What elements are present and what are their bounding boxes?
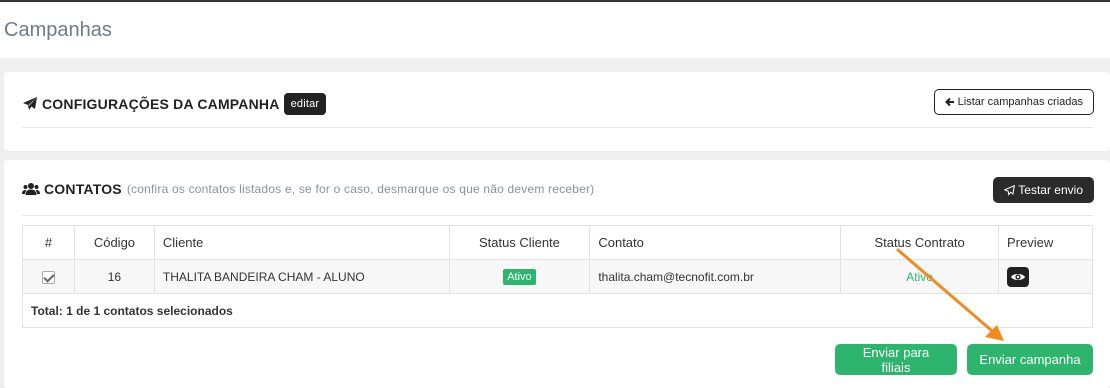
column-header-codigo[interactable]: Código: [73, 225, 155, 260]
table-row: 16 THALITA BANDEIRA CHAM - ALUNO Ativo t…: [22, 259, 1093, 294]
list-campaigns-label: Listar campanhas criadas: [957, 96, 1083, 108]
edit-campaign-button[interactable]: editar: [283, 93, 327, 115]
paper-plane-icon: [1004, 184, 1016, 196]
column-header-status-contrato[interactable]: Status Contrato: [840, 225, 1000, 260]
cell-contato: thalita.cham@tecnofit.com.br: [589, 259, 842, 294]
contacts-card-header: CONTATOS (confira os contatos listados e…: [22, 179, 594, 199]
test-send-label: Testar envio: [1018, 183, 1083, 197]
total-selected-text: Total: 1 de 1 contatos selecionados: [22, 293, 1093, 328]
send-campaign-button[interactable]: Enviar campanha: [967, 344, 1093, 375]
preview-button[interactable]: [1007, 266, 1030, 287]
cell-preview: [998, 259, 1093, 294]
cell-cliente: THALITA BANDEIRA CHAM - ALUNO: [153, 259, 450, 294]
eye-icon: [1011, 273, 1026, 280]
campaign-config-card: CONFIGURAÇÕES DA CAMPANHA editar Listar …: [4, 72, 1110, 151]
config-card-title: CONFIGURAÇÕES DA CAMPANHA: [42, 96, 280, 112]
status-badge: Ativo: [503, 268, 536, 285]
table-total-row: Total: 1 de 1 contatos selecionados: [22, 293, 1093, 328]
column-header-preview: Preview: [998, 225, 1093, 260]
cell-status-contrato: Ativo: [840, 259, 1000, 294]
column-header-contato[interactable]: Contato: [589, 225, 842, 260]
contacts-table: # Código Cliente Status Cliente Contato …: [22, 225, 1093, 328]
contract-status-text: Ativo: [906, 269, 933, 284]
send-to-branches-button[interactable]: Enviar para filiais: [835, 344, 957, 375]
contacts-card-subtitle: (confira os contatos listados e, se for …: [126, 182, 595, 196]
cell-status-cliente: Ativo: [448, 259, 591, 294]
users-icon: [22, 183, 40, 195]
list-campaigns-button[interactable]: Listar campanhas criadas: [933, 89, 1094, 115]
column-header-cliente[interactable]: Cliente: [153, 225, 450, 260]
page-title: Campanhas: [4, 19, 112, 41]
contacts-divider: [22, 215, 1094, 216]
table-header-row: # Código Cliente Status Cliente Contato …: [22, 225, 1093, 260]
cell-codigo: 16: [73, 259, 155, 294]
column-header-status-cliente[interactable]: Status Cliente: [448, 225, 591, 260]
page-header: Campanhas: [0, 2, 1110, 58]
config-card-header: CONFIGURAÇÕES DA CAMPANHA editar: [22, 92, 327, 116]
contacts-card: CONTATOS (confira os contatos listados e…: [4, 160, 1110, 388]
row-checkbox-cell: [22, 259, 75, 294]
contacts-card-title: CONTATOS: [44, 181, 122, 197]
config-divider: [22, 127, 1094, 128]
column-header-index: #: [22, 225, 75, 260]
paper-plane-icon: [23, 97, 37, 110]
select-contact-checkbox[interactable]: [41, 270, 55, 284]
test-send-button[interactable]: Testar envio: [993, 177, 1094, 203]
arrow-left-icon: [944, 97, 954, 107]
